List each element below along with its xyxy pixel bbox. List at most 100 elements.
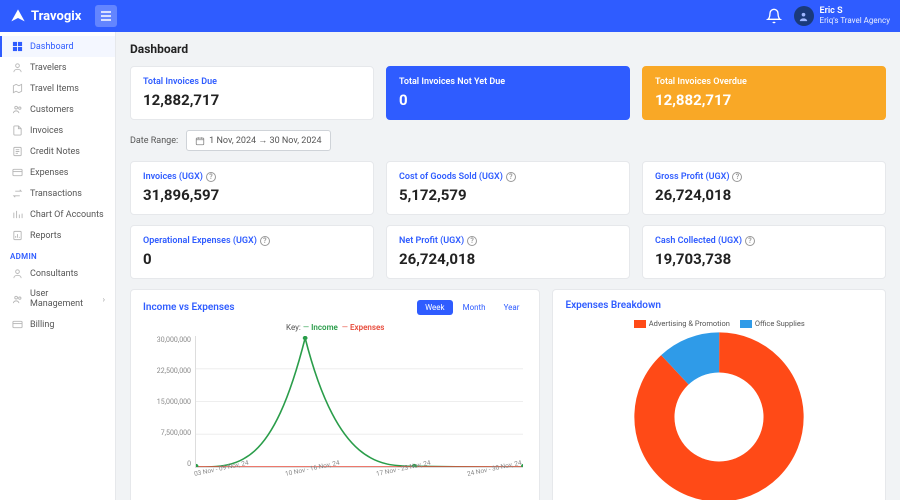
user-icon bbox=[12, 62, 23, 73]
card-gross-profit: Gross Profit (UGX)? 26,724,018 bbox=[642, 161, 886, 215]
sidebar-item-customers[interactable]: Customers bbox=[0, 99, 115, 120]
sidebar-item-travelers[interactable]: Travelers bbox=[0, 57, 115, 78]
sidebar-item-chart-of-accounts[interactable]: Chart Of Accounts bbox=[0, 204, 115, 225]
map-icon bbox=[12, 83, 23, 94]
card-label: Operational Expenses (UGX) bbox=[143, 236, 257, 246]
card-net-profit: Net Profit (UGX)? 26,724,018 bbox=[386, 225, 630, 279]
card-icon bbox=[12, 167, 23, 178]
sidebar-label: Travel Items bbox=[30, 84, 79, 94]
sidebar-item-credit-notes[interactable]: Credit Notes bbox=[0, 141, 115, 162]
card-invoices: Invoices (UGX)? 31,896,597 bbox=[130, 161, 374, 215]
card-value: 26,724,018 bbox=[655, 186, 873, 204]
card-total-invoices-due: Total Invoices Due 12,882,717 bbox=[130, 66, 374, 120]
chart-title: Expenses Breakdown bbox=[565, 300, 660, 311]
sidebar-label: Dashboard bbox=[30, 42, 74, 52]
card-label: Cost of Goods Sold (UGX) bbox=[399, 172, 503, 182]
card-value: 12,882,717 bbox=[655, 91, 873, 109]
date-range-value: 1 Nov, 2024 → 30 Nov, 2024 bbox=[209, 135, 321, 146]
notifications-icon[interactable] bbox=[766, 8, 782, 24]
users-icon bbox=[12, 104, 23, 115]
card-value: 31,896,597 bbox=[143, 186, 361, 204]
card-cogs: Cost of Goods Sold (UGX)? 5,172,579 bbox=[386, 161, 630, 215]
brand-icon bbox=[10, 8, 26, 24]
line-chart: 30,000,000 22,500,000 15,000,000 7,500,0… bbox=[143, 336, 527, 486]
chart-tab-month[interactable]: Month bbox=[455, 300, 494, 315]
sidebar-label: Invoices bbox=[30, 126, 63, 136]
sidebar-item-reports[interactable]: Reports bbox=[0, 225, 115, 246]
chevron-right-icon: › bbox=[103, 295, 105, 304]
expenses-breakdown-card: Expenses Breakdown Advertising & Promoti… bbox=[552, 289, 886, 500]
income-vs-expenses-card: Income vs Expenses Week Month Year Key: … bbox=[130, 289, 540, 500]
card-value: 12,882,717 bbox=[143, 91, 361, 109]
sidebar-item-user-management[interactable]: User Management › bbox=[0, 284, 115, 314]
user-org: Eriq's Travel Agency bbox=[820, 17, 890, 26]
card-value: 26,724,018 bbox=[399, 250, 617, 268]
swap-icon bbox=[12, 188, 23, 199]
topbar: Travogix Eric S Eriq's Travel Agency bbox=[0, 0, 900, 32]
user-menu[interactable]: Eric S Eriq's Travel Agency bbox=[794, 6, 890, 26]
sidebar-item-consultants[interactable]: Consultants bbox=[0, 263, 115, 284]
date-range-label: Date Range: bbox=[130, 136, 178, 146]
sidebar-label: Billing bbox=[30, 320, 54, 330]
card-cash-collected: Cash Collected (UGX)? 19,703,738 bbox=[642, 225, 886, 279]
help-icon[interactable]: ? bbox=[467, 236, 477, 246]
help-icon[interactable]: ? bbox=[745, 236, 755, 246]
card-label: Gross Profit (UGX) bbox=[655, 172, 729, 182]
brand-logo[interactable]: Travogix bbox=[10, 8, 81, 24]
sidebar-label: User Management bbox=[30, 289, 96, 309]
help-icon[interactable]: ? bbox=[206, 172, 216, 182]
date-range-picker[interactable]: 1 Nov, 2024 → 30 Nov, 2024 bbox=[186, 130, 330, 151]
donut-chart bbox=[565, 332, 873, 500]
page-title: Dashboard bbox=[130, 42, 886, 56]
help-icon[interactable]: ? bbox=[260, 236, 270, 246]
avatar bbox=[794, 6, 814, 26]
card-label: Cash Collected (UGX) bbox=[655, 236, 742, 246]
help-icon[interactable]: ? bbox=[732, 172, 742, 182]
chart-icon bbox=[12, 209, 23, 220]
sidebar-label: Consultants bbox=[30, 269, 78, 279]
sidebar-label: Credit Notes bbox=[30, 147, 80, 157]
card-label: Total Invoices Not Yet Due bbox=[399, 77, 617, 87]
card-op-expenses: Operational Expenses (UGX)? 0 bbox=[130, 225, 374, 279]
chart-tab-week[interactable]: Week bbox=[417, 300, 453, 315]
card-total-invoices-overdue: Total Invoices Overdue 12,882,717 bbox=[642, 66, 886, 120]
card-label: Invoices (UGX) bbox=[143, 172, 203, 182]
donut-legend: Advertising & Promotion Office Supplies bbox=[565, 319, 873, 328]
file-icon bbox=[12, 125, 23, 136]
sidebar-item-travel-items[interactable]: Travel Items bbox=[0, 78, 115, 99]
help-icon[interactable]: ? bbox=[506, 172, 516, 182]
user-icon bbox=[12, 268, 23, 279]
sidebar-label: Travelers bbox=[30, 63, 66, 73]
sidebar-item-expenses[interactable]: Expenses bbox=[0, 162, 115, 183]
calendar-icon bbox=[195, 136, 205, 146]
sidebar-label: Reports bbox=[30, 231, 61, 241]
sidebar-label: Chart Of Accounts bbox=[30, 210, 104, 220]
sidebar-item-transactions[interactable]: Transactions bbox=[0, 183, 115, 204]
date-range-row: Date Range: 1 Nov, 2024 → 30 Nov, 2024 bbox=[130, 130, 886, 151]
y-axis-labels: 30,000,000 22,500,000 15,000,000 7,500,0… bbox=[143, 336, 191, 468]
chart-title: Income vs Expenses bbox=[143, 302, 234, 313]
sidebar-item-dashboard[interactable]: Dashboard bbox=[0, 36, 115, 57]
card-value: 5,172,579 bbox=[399, 186, 617, 204]
card-label: Total Invoices Due bbox=[143, 77, 361, 87]
card-icon bbox=[12, 319, 23, 330]
sidebar-label: Customers bbox=[30, 105, 74, 115]
sidebar-label: Transactions bbox=[30, 189, 82, 199]
report-icon bbox=[12, 230, 23, 241]
note-icon bbox=[12, 146, 23, 157]
sidebar-label: Expenses bbox=[30, 168, 68, 178]
chart-tab-year[interactable]: Year bbox=[496, 300, 528, 315]
card-value: 0 bbox=[143, 250, 361, 268]
card-label: Total Invoices Overdue bbox=[655, 77, 873, 87]
sidebar-item-invoices[interactable]: Invoices bbox=[0, 120, 115, 141]
sidebar-section-admin: ADMIN bbox=[0, 246, 115, 263]
x-axis-labels: 03 Nov - 09 Nov, 24 10 Nov - 16 Nov, 24 … bbox=[195, 470, 523, 486]
card-value: 0 bbox=[399, 91, 617, 109]
hamburger-icon bbox=[100, 11, 112, 21]
card-value: 19,703,738 bbox=[655, 250, 873, 268]
main-content: Dashboard Total Invoices Due 12,882,717 … bbox=[116, 32, 900, 500]
grid-icon bbox=[12, 41, 23, 52]
sidebar-item-billing[interactable]: Billing bbox=[0, 314, 115, 335]
card-label: Net Profit (UGX) bbox=[399, 236, 464, 246]
menu-toggle-button[interactable] bbox=[95, 5, 117, 27]
